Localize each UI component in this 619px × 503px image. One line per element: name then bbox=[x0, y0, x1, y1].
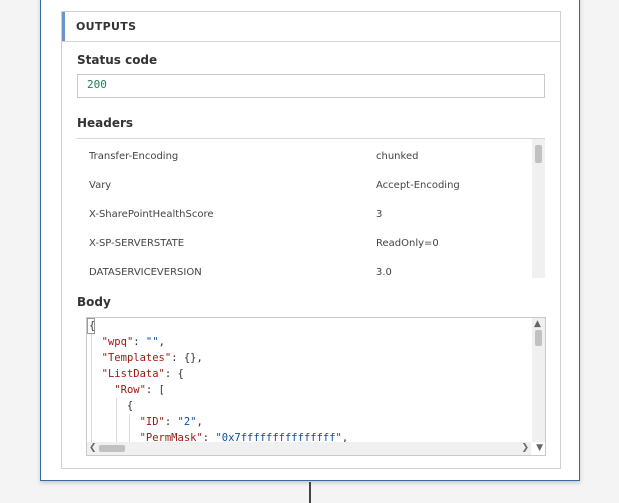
json-punctuation: : [ bbox=[145, 384, 165, 396]
body-hscroll-thumb[interactable] bbox=[99, 445, 125, 452]
code-line: { bbox=[89, 318, 95, 334]
header-row: DATASERVICEVERSION 3.0 bbox=[77, 259, 532, 278]
body-code-viewer[interactable]: { "wpq": "", "Templates": {}, "ListData"… bbox=[86, 317, 546, 456]
json-string: "" bbox=[145, 336, 159, 348]
json-punctuation: , bbox=[196, 416, 203, 428]
header-key: Transfer-Encoding bbox=[89, 151, 179, 162]
header-row: Vary Accept-Encoding bbox=[77, 172, 532, 201]
json-punctuation: { bbox=[89, 320, 96, 332]
header-key: Vary bbox=[89, 180, 112, 191]
json-punctuation bbox=[89, 432, 140, 442]
code-line: "Templates": {}, bbox=[89, 350, 203, 366]
json-key: "PermMask" bbox=[139, 432, 203, 442]
headers-label: Headers bbox=[77, 116, 134, 130]
json-punctuation: : bbox=[164, 416, 178, 428]
body-vertical-scrollbar[interactable]: ▲ bbox=[532, 318, 545, 442]
json-punctuation: : {}, bbox=[171, 352, 203, 364]
header-key: DATASERVICEVERSION bbox=[89, 267, 202, 278]
body-horizontal-scrollbar[interactable]: ❮ ❯ bbox=[87, 442, 531, 455]
code-line: { bbox=[89, 398, 133, 414]
json-key: "wpq" bbox=[101, 336, 134, 348]
header-row: X-SharePointHealthScore 3 bbox=[77, 201, 532, 230]
json-punctuation: { bbox=[89, 400, 134, 412]
header-key: X-SharePointHealthScore bbox=[89, 209, 214, 220]
body-code[interactable]: { "wpq": "", "Templates": {}, "ListData"… bbox=[87, 318, 531, 442]
json-key: "Templates" bbox=[101, 352, 172, 364]
json-punctuation bbox=[89, 368, 102, 380]
headers-scroll-thumb[interactable] bbox=[535, 145, 542, 163]
headers-table[interactable]: Transfer-Encoding chunked Vary Accept-Encod… bbox=[77, 138, 545, 278]
header-key: X-SP-SERVERSTATE bbox=[89, 238, 185, 249]
body-label: Body bbox=[77, 295, 111, 309]
json-key: "ID" bbox=[139, 416, 165, 428]
json-key: "Row" bbox=[114, 384, 146, 396]
header-value: 3 bbox=[376, 209, 383, 220]
json-string: "0x7fffffffffffffff" bbox=[215, 432, 342, 442]
json-string: "2" bbox=[177, 416, 197, 428]
json-punctuation: , bbox=[158, 336, 165, 348]
code-line: "PermMask": "0x7fffffffffffffff", bbox=[89, 430, 349, 442]
header-value: 3.0 bbox=[376, 267, 392, 278]
triangle-down-icon[interactable]: ▼ bbox=[536, 444, 543, 453]
header-row: Transfer-Encoding chunked bbox=[77, 143, 532, 172]
code-line: "ListData": { bbox=[89, 366, 184, 382]
json-punctuation: : bbox=[202, 432, 216, 442]
action-card: OUTPUTS Status code 200 Headers Transfer… bbox=[40, 0, 580, 481]
json-punctuation bbox=[89, 352, 102, 364]
outputs-accent-bar bbox=[62, 12, 65, 41]
json-punctuation: , bbox=[341, 432, 349, 442]
outputs-title: OUTPUTS bbox=[76, 20, 137, 33]
status-code-value: 200 bbox=[87, 78, 107, 91]
header-row: X-SP-SERVERSTATE ReadOnly=0 bbox=[77, 230, 532, 259]
header-value: Accept-Encoding bbox=[376, 180, 460, 191]
json-punctuation bbox=[89, 416, 140, 428]
flow-connector bbox=[309, 482, 311, 503]
outputs-header: OUTPUTS bbox=[62, 12, 560, 42]
json-key: "ListData" bbox=[101, 368, 165, 380]
status-code-field[interactable]: 200 bbox=[77, 74, 545, 98]
header-value: chunked bbox=[376, 151, 419, 162]
json-punctuation: : bbox=[133, 336, 146, 348]
json-punctuation bbox=[89, 336, 102, 348]
headers-scrollbar[interactable] bbox=[532, 139, 545, 278]
triangle-up-icon[interactable]: ▲ bbox=[534, 320, 541, 329]
json-punctuation bbox=[89, 384, 114, 396]
header-value: ReadOnly=0 bbox=[376, 238, 439, 249]
code-line: "wpq": "", bbox=[89, 334, 165, 350]
code-line: "Row": [ bbox=[89, 382, 165, 398]
json-punctuation: : { bbox=[164, 368, 184, 380]
code-line: "ID": "2", bbox=[89, 414, 203, 430]
body-vscroll-thumb[interactable] bbox=[535, 330, 542, 346]
chevron-right-icon[interactable]: ❯ bbox=[521, 444, 529, 453]
status-code-label: Status code bbox=[77, 53, 158, 67]
chevron-left-icon[interactable]: ❮ bbox=[89, 444, 97, 453]
